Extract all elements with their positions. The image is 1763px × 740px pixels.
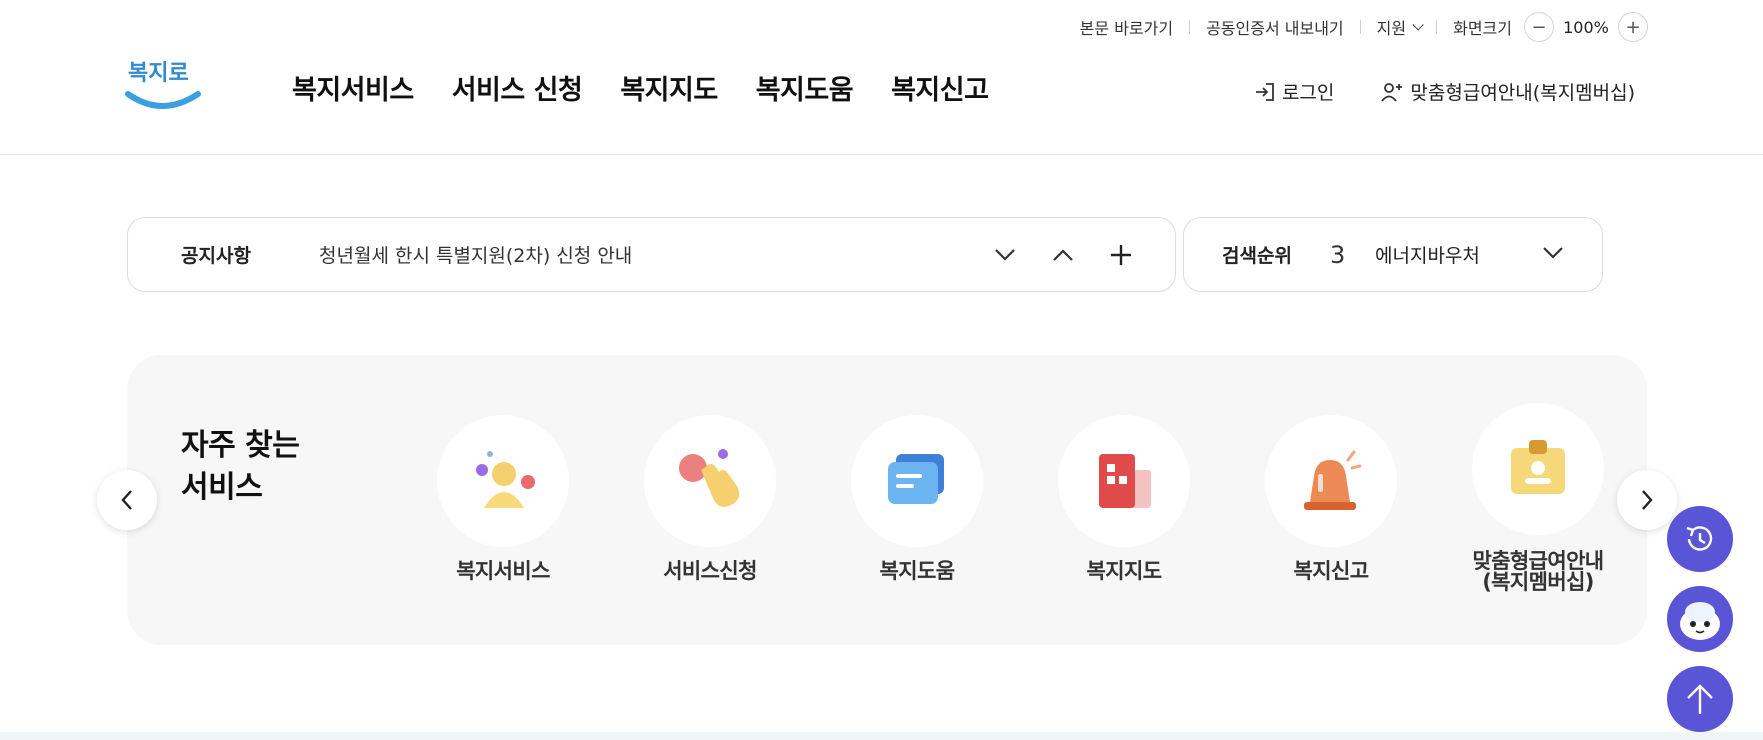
building-icon (1099, 454, 1151, 508)
plus-icon (1111, 244, 1131, 265)
chevron-down-icon (1412, 19, 1424, 31)
login-icon (1255, 82, 1274, 101)
badge-icon (1511, 440, 1565, 494)
recent-history-button[interactable] (1667, 506, 1733, 572)
search-rank-number: 3 (1330, 240, 1346, 269)
header-actions: 로그인 맞춤형급여안내(복지멤버십) (1208, 78, 1635, 105)
site-logo[interactable]: 복지로 (124, 52, 202, 118)
zoom-in-button[interactable]: + (1618, 12, 1648, 42)
siren-icon (1304, 450, 1362, 510)
chevron-up-icon (1053, 248, 1073, 261)
support-label: 지원 (1376, 19, 1407, 38)
chatbot-mascot-icon (1680, 602, 1720, 640)
utility-bar: 본문 바로가기 공동인증서 내보내기 지원 화면크기 − 100% + (1064, 12, 1648, 42)
notice-controls (991, 241, 1135, 269)
nav-item-service-apply[interactable]: 서비스 신청 (452, 68, 583, 107)
nav-item-welfare-report[interactable]: 복지신고 (891, 68, 989, 107)
chatbot-button[interactable] (1667, 586, 1733, 652)
chat-icon (888, 454, 944, 504)
carousel-prev-button[interactable] (97, 470, 157, 530)
service-label: 복지도움 (879, 559, 955, 583)
history-clock-icon (1686, 526, 1713, 551)
service-label: 복지지도 (1086, 559, 1162, 583)
login-label: 로그인 (1281, 82, 1335, 104)
nav-item-welfare-map[interactable]: 복지지도 (620, 68, 718, 107)
chevron-down-icon (995, 248, 1015, 261)
notice-next-button[interactable] (991, 241, 1019, 269)
search-rank-keyword[interactable]: 에너지바우처 (1375, 241, 1480, 268)
login-button[interactable]: 로그인 (1254, 78, 1334, 105)
carousel-next-button[interactable] (1617, 470, 1677, 530)
zoom-control: 화면크기 − 100% + (1437, 12, 1648, 42)
service-item-welfare-map[interactable]: 복지지도 (1054, 415, 1194, 582)
service-item-membership[interactable]: 맞춤형급여안내 (복지멤버십) (1468, 403, 1608, 593)
nav-item-welfare-help[interactable]: 복지도움 (756, 68, 854, 107)
service-label: 복지신고 (1293, 559, 1369, 583)
service-item-welfare-help[interactable]: 복지도움 (847, 415, 987, 582)
notice-text[interactable]: 청년월세 한시 특별지원(2차) 신청 안내 (319, 241, 632, 268)
nav-item-welfare-service[interactable]: 복지서비스 (292, 68, 414, 107)
service-icon-circle (1265, 415, 1397, 547)
user-add-icon (1381, 82, 1403, 102)
notice-more-button[interactable] (1107, 241, 1135, 269)
skip-to-content-link[interactable]: 본문 바로가기 (1064, 15, 1189, 39)
cert-export-link[interactable]: 공동인증서 내보내기 (1190, 15, 1360, 39)
arrow-up-icon (1687, 684, 1713, 714)
bokjiro-logo-icon: 복지로 (125, 61, 201, 109)
service-icon-circle (437, 415, 569, 547)
service-label: 맞춤형급여안내 (복지멤버십) (1472, 549, 1604, 594)
search-rank-bar: 검색순위 3 에너지바우처 (1183, 217, 1603, 292)
svg-text:복지로: 복지로 (128, 61, 189, 86)
service-icon-circle (1472, 403, 1604, 535)
zoom-label: 화면크기 (1453, 19, 1512, 38)
chevron-down-icon (1543, 247, 1563, 259)
support-dropdown[interactable]: 지원 (1361, 15, 1436, 39)
service-icon-circle (1058, 415, 1190, 547)
main-nav: 복지서비스 서비스 신청 복지지도 복지도움 복지신고 (292, 68, 1026, 107)
hand-tap-icon (679, 449, 740, 507)
chevron-right-icon (1642, 490, 1653, 510)
membership-label: 맞춤형급여안내(복지멤버십) (1410, 82, 1635, 104)
section-divider-strip (0, 732, 1763, 740)
notice-label: 공지사항 (181, 245, 251, 267)
service-item-welfare-report[interactable]: 복지신고 (1261, 415, 1401, 582)
membership-button[interactable]: 맞춤형급여안내(복지멤버십) (1380, 78, 1635, 105)
notice-prev-button[interactable] (1049, 241, 1077, 269)
search-rank-expand-button[interactable] (1542, 245, 1564, 264)
chevron-left-icon (121, 490, 132, 510)
people-icon (476, 451, 535, 508)
frequent-services-title: 자주 찾는 서비스 (181, 428, 300, 505)
zoom-value: 100% (1563, 17, 1609, 37)
service-icon-circle (851, 415, 983, 547)
search-rank-label: 검색순위 (1222, 245, 1292, 267)
service-icon-circle (644, 415, 776, 547)
service-item-welfare-service[interactable]: 복지서비스 (433, 415, 573, 582)
frequent-services-panel: 자주 찾는 서비스 복지서비스 서비스신청 복지도움 복지지도 복지신고 맞춤형… (127, 355, 1647, 645)
service-label: 복지서비스 (456, 559, 550, 583)
service-label: 서비스신청 (663, 559, 757, 583)
zoom-out-button[interactable]: − (1524, 12, 1554, 42)
scroll-to-top-button[interactable] (1667, 666, 1733, 732)
service-item-service-apply[interactable]: 서비스신청 (640, 415, 780, 582)
notice-bar: 공지사항 청년월세 한시 특별지원(2차) 신청 안내 (127, 217, 1176, 292)
